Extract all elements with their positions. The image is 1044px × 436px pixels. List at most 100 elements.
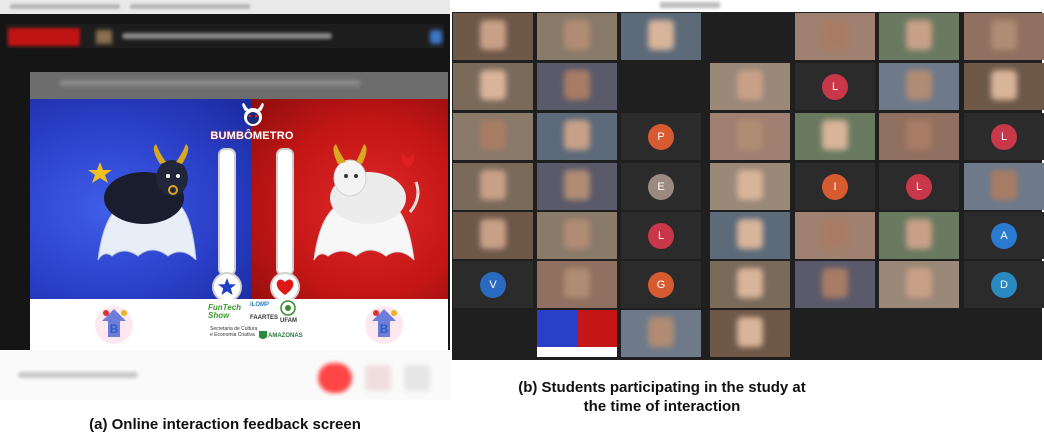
participant-video-tile[interactable] xyxy=(710,113,790,160)
participant-video-tile[interactable] xyxy=(621,310,701,357)
thumbnail-sponsor-bar xyxy=(537,347,617,357)
blurred-face xyxy=(822,19,848,50)
participant-video-tile[interactable] xyxy=(537,13,617,60)
participant-tile-initial[interactable]: L xyxy=(621,212,701,259)
participant-tile-initial[interactable]: A xyxy=(964,212,1044,259)
participant-video-tile[interactable] xyxy=(710,163,790,210)
heart-icon xyxy=(276,279,294,295)
blurred-face xyxy=(480,169,506,200)
browser-top-bar xyxy=(0,0,450,14)
caption-a: (a) Online interaction feedback screen xyxy=(89,416,361,433)
star-vote-button[interactable] xyxy=(212,272,242,302)
festival-logo-right-icon: B xyxy=(365,306,403,344)
svg-text:B: B xyxy=(380,322,389,336)
participant-tile-initial[interactable]: L xyxy=(795,63,875,110)
participant-tile-initial[interactable]: L xyxy=(964,113,1044,160)
participant-video-tile[interactable] xyxy=(453,113,533,160)
stream-title xyxy=(122,33,332,39)
bumbometro-title: BUMBÔMETRO xyxy=(210,130,294,142)
blurred-face xyxy=(906,218,932,249)
blurred-face xyxy=(480,19,506,50)
participant-video-tile[interactable] xyxy=(795,261,875,308)
participant-tile-initial[interactable]: G xyxy=(621,261,701,308)
blurred-face xyxy=(564,119,590,150)
participant-tile-initial[interactable]: L xyxy=(879,163,959,210)
blurred-tab-text xyxy=(130,4,250,9)
bull-head-logo-icon xyxy=(242,103,264,126)
secretaria-logo: Secretaria de Cultura e Economia Criativ… xyxy=(210,326,258,338)
blurred-face xyxy=(564,169,590,200)
festival-logo-left-icon: B xyxy=(95,306,133,344)
participant-video-tile[interactable] xyxy=(795,212,875,259)
participant-tile-initial[interactable]: I xyxy=(795,163,875,210)
participant-initial-avatar: A xyxy=(991,222,1017,249)
participant-video-tile[interactable] xyxy=(621,13,701,60)
participant-video-tile[interactable] xyxy=(537,113,617,160)
participant-video-tile[interactable] xyxy=(879,212,959,259)
ilomp-logo: iLOMP xyxy=(250,302,269,308)
participant-video-tile[interactable] xyxy=(879,13,959,60)
live-badge[interactable] xyxy=(8,28,80,46)
share-icon[interactable] xyxy=(430,30,442,44)
blurred-face xyxy=(906,69,932,100)
banner-text xyxy=(60,80,360,86)
participant-initial-avatar: D xyxy=(991,271,1017,298)
caption-b-line2: the time of interaction xyxy=(583,398,741,415)
caption-b: (b) Students participating in the study … xyxy=(452,378,872,416)
participant-video-tile[interactable] xyxy=(453,212,533,259)
blurred-face xyxy=(737,119,763,150)
participant-initial-avatar: E xyxy=(648,173,674,200)
caption-b-line1: (b) Students participating in the study … xyxy=(518,379,806,396)
participant-video-tile[interactable] xyxy=(537,163,617,210)
blurred-face xyxy=(480,119,506,150)
blurred-face xyxy=(648,316,674,347)
participant-video-tile[interactable] xyxy=(964,163,1044,210)
participant-video-tile[interactable] xyxy=(879,261,959,308)
participant-video-tile[interactable] xyxy=(453,63,533,110)
participant-tile-initial[interactable]: P xyxy=(621,113,701,160)
blurred-face xyxy=(737,316,763,347)
participant-video-tile[interactable] xyxy=(879,113,959,160)
participant-video-tile[interactable] xyxy=(795,113,875,160)
participant-tile-initial[interactable]: E xyxy=(621,163,701,210)
blurred-face xyxy=(564,218,590,249)
blurred-face xyxy=(480,69,506,100)
participant-video-tile[interactable] xyxy=(453,163,533,210)
participant-video-tile[interactable] xyxy=(710,261,790,308)
participant-video-tile[interactable] xyxy=(710,310,790,357)
blurred-face xyxy=(480,218,506,249)
ufam-seal-icon xyxy=(280,300,296,316)
participant-video-tile[interactable] xyxy=(879,63,959,110)
shared-screen-thumbnail[interactable] xyxy=(537,310,617,357)
blurred-face xyxy=(991,169,1017,200)
ufam-logo: UFAM xyxy=(280,318,297,324)
heart-meter-bar xyxy=(276,148,294,276)
participant-video-tile[interactable] xyxy=(537,63,617,110)
faartes-logo: FAARTES xyxy=(250,315,279,321)
caprichoso-bull-icon xyxy=(313,144,420,260)
more-button[interactable] xyxy=(404,365,430,391)
blurred-face xyxy=(564,267,590,298)
channel-avatar[interactable] xyxy=(96,30,112,44)
participant-initial-avatar: V xyxy=(480,271,506,298)
subscribe-button[interactable] xyxy=(318,363,352,393)
participant-tile-initial[interactable]: V xyxy=(453,261,533,308)
amazonas-crest-icon xyxy=(259,331,267,339)
heart-vote-button[interactable] xyxy=(270,272,300,302)
participant-initial-avatar: L xyxy=(906,173,932,200)
like-button[interactable] xyxy=(365,365,391,391)
blurred-face xyxy=(737,218,763,249)
blurred-face xyxy=(822,218,848,249)
blurred-face xyxy=(906,267,932,298)
participant-video-tile[interactable] xyxy=(537,212,617,259)
participant-video-tile[interactable] xyxy=(795,13,875,60)
participant-video-tile[interactable] xyxy=(710,63,790,110)
participant-initial-avatar: L xyxy=(822,73,848,100)
participant-tile-initial[interactable]: D xyxy=(964,261,1044,308)
participant-video-tile[interactable] xyxy=(453,13,533,60)
participant-video-tile[interactable] xyxy=(964,13,1044,60)
participant-video-tile[interactable] xyxy=(710,212,790,259)
participant-video-tile[interactable] xyxy=(537,261,617,308)
blurred-face xyxy=(991,69,1017,100)
participant-video-tile[interactable] xyxy=(964,63,1044,110)
